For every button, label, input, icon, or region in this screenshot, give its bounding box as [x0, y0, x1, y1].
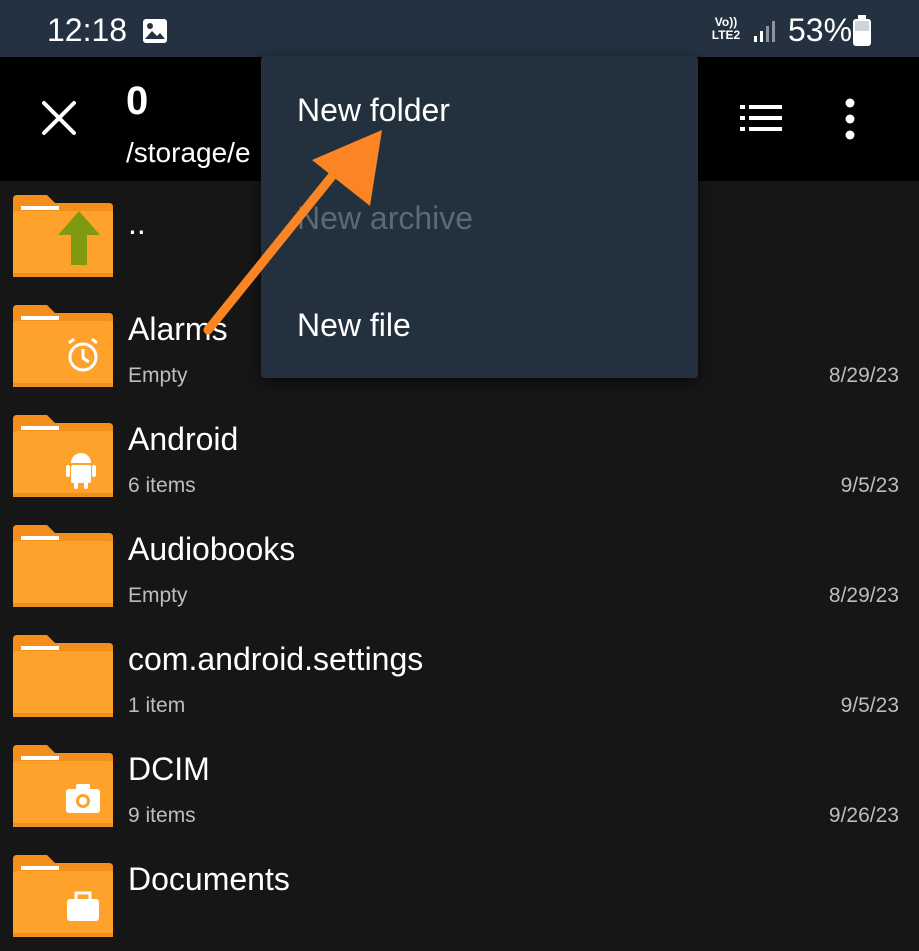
- folder-android-icon: [13, 415, 113, 497]
- parent-folder-icon: [13, 195, 113, 277]
- file-name: DCIM: [128, 751, 210, 787]
- file-meta: 6 items: [128, 474, 196, 497]
- more-vert-icon[interactable]: [838, 97, 862, 141]
- folder-icon: [13, 525, 113, 607]
- file-name: Alarms: [128, 311, 228, 347]
- file-date: 8/29/23: [828, 364, 899, 387]
- file-meta: Empty: [128, 364, 188, 387]
- volte-indicator: Vo)) LTE2: [711, 15, 741, 42]
- file-meta: Empty: [128, 584, 188, 607]
- file-row-dcim[interactable]: DCIM 9 items 9/26/23: [0, 731, 919, 841]
- folder-icon: [13, 635, 113, 717]
- file-row-audiobooks[interactable]: Audiobooks Empty 8/29/23: [0, 511, 919, 621]
- close-icon[interactable]: [38, 97, 80, 139]
- file-date: 9/5/23: [840, 694, 899, 717]
- create-popup-menu: New folder New archive New file: [261, 56, 698, 378]
- file-date: 9/26/23: [828, 804, 899, 827]
- selection-count: 0: [126, 79, 149, 123]
- folder-briefcase-icon: [13, 855, 113, 937]
- battery-percentage: 53%: [788, 12, 853, 48]
- file-meta: 9 items: [128, 804, 196, 827]
- current-path: /storage/e: [126, 137, 251, 168]
- file-name: Audiobooks: [128, 531, 296, 567]
- status-time: 12:18: [47, 12, 128, 48]
- signal-icon: [754, 21, 775, 42]
- file-meta: 1 item: [128, 694, 186, 717]
- menu-item-new-archive: New archive: [297, 200, 474, 236]
- file-row-android[interactable]: Android 6 items 9/5/23: [0, 401, 919, 511]
- file-date: 8/29/23: [828, 584, 899, 607]
- menu-item-new-file[interactable]: New file: [297, 307, 411, 344]
- battery-icon: [853, 15, 871, 46]
- file-row-com-android-settings[interactable]: com.android.settings 1 item 9/5/23: [0, 621, 919, 731]
- file-name: Documents: [128, 861, 290, 897]
- status-bar: 12:18 Vo)) LTE2 53%: [0, 0, 919, 57]
- gallery-notification-icon: [143, 19, 167, 43]
- file-name: com.android.settings: [128, 641, 424, 677]
- file-row-documents[interactable]: Documents: [0, 841, 919, 951]
- file-date: 9/5/23: [840, 474, 899, 497]
- folder-camera-icon: [13, 745, 113, 827]
- folder-alarm-icon: [13, 305, 113, 387]
- list-view-icon[interactable]: [738, 101, 784, 135]
- file-name: ..: [128, 205, 146, 241]
- file-name: Android: [128, 421, 239, 457]
- menu-item-new-folder[interactable]: New folder: [297, 92, 450, 129]
